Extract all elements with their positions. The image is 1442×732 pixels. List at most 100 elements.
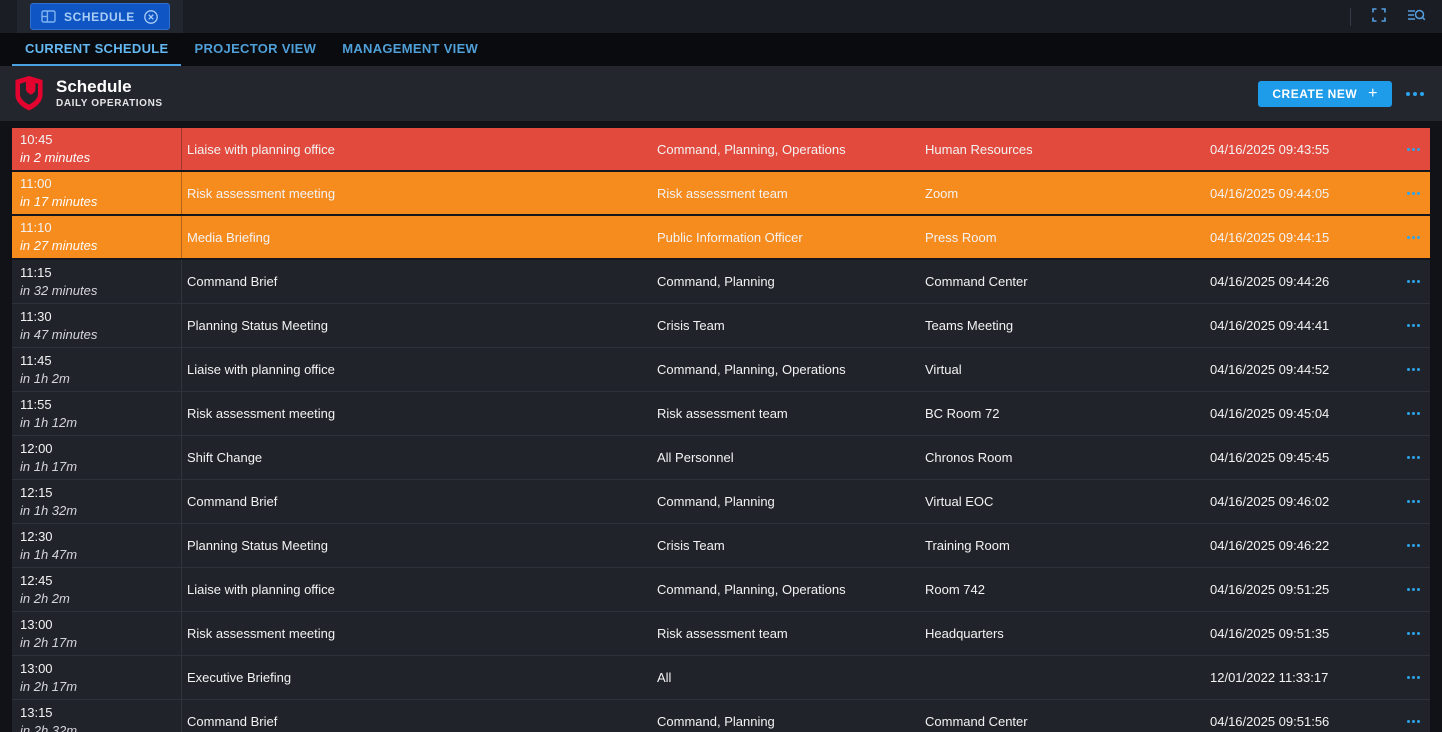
- table-row[interactable]: 11:10 in 27 minutes Media Briefing Publi…: [12, 216, 1430, 260]
- create-new-button[interactable]: CREATE NEW +: [1258, 81, 1392, 107]
- ellipsis-icon: [1407, 324, 1410, 327]
- event-title: Liaise with planning office: [182, 582, 657, 597]
- event-updated-timestamp: 04/16/2025 09:44:05: [1210, 186, 1396, 201]
- event-updated-timestamp: 04/16/2025 09:43:55: [1210, 142, 1396, 157]
- event-location: Training Room: [925, 538, 1210, 553]
- time-cell: 13:00 in 2h 17m: [12, 656, 182, 699]
- event-time: 13:00: [20, 660, 181, 678]
- event-updated-timestamp: 12/01/2022 11:33:17: [1210, 670, 1396, 685]
- row-menu-button[interactable]: [1405, 276, 1422, 287]
- ellipsis-icon: [1407, 148, 1410, 151]
- event-participants: Command, Planning: [657, 494, 925, 509]
- tab-management-view[interactable]: MANAGEMENT VIEW: [329, 33, 491, 66]
- time-cell: 11:45 in 1h 2m: [12, 348, 182, 391]
- event-title: Planning Status Meeting: [182, 318, 657, 333]
- table-row[interactable]: 13:00 in 2h 17m Risk assessment meeting …: [12, 612, 1430, 656]
- event-time: 12:45: [20, 572, 181, 590]
- event-updated-timestamp: 04/16/2025 09:44:41: [1210, 318, 1396, 333]
- workspace-tab-label: SCHEDULE: [64, 10, 135, 24]
- event-time: 10:45: [20, 131, 181, 149]
- event-time: 11:45: [20, 352, 181, 370]
- tab-current-schedule[interactable]: CURRENT SCHEDULE: [12, 33, 181, 66]
- close-workspace-tab-icon[interactable]: [143, 9, 159, 25]
- fullscreen-icon: [1371, 7, 1387, 26]
- time-cell: 11:30 in 47 minutes: [12, 304, 182, 347]
- top-bar-divider: [1350, 8, 1351, 26]
- search-list-button[interactable]: [1407, 7, 1426, 26]
- table-row[interactable]: 12:00 in 1h 17m Shift Change All Personn…: [12, 436, 1430, 480]
- table-row[interactable]: 12:15 in 1h 32m Command Brief Command, P…: [12, 480, 1430, 524]
- ellipsis-icon: [1407, 544, 1410, 547]
- row-menu-button[interactable]: [1405, 540, 1422, 551]
- row-menu-button[interactable]: [1405, 452, 1422, 463]
- relative-time: in 2h 17m: [20, 634, 181, 652]
- event-location: Zoom: [925, 186, 1210, 201]
- row-menu-button[interactable]: [1405, 584, 1422, 595]
- event-participants: Command, Planning, Operations: [657, 362, 925, 377]
- row-menu-button[interactable]: [1405, 628, 1422, 639]
- header-menu-button[interactable]: [1402, 88, 1428, 100]
- ellipsis-icon: [1407, 412, 1410, 415]
- row-menu-button[interactable]: [1405, 232, 1422, 243]
- fullscreen-button[interactable]: [1371, 7, 1387, 26]
- event-updated-timestamp: 04/16/2025 09:44:15: [1210, 230, 1396, 245]
- table-row[interactable]: 13:15 in 2h 32m Command Brief Command, P…: [12, 700, 1430, 732]
- ellipsis-icon: [1406, 92, 1410, 96]
- event-participants: Crisis Team: [657, 318, 925, 333]
- event-title: Command Brief: [182, 274, 657, 289]
- relative-time: in 2h 32m: [20, 722, 181, 732]
- event-title: Media Briefing: [182, 230, 657, 245]
- workspace-tab-schedule[interactable]: SCHEDULE: [30, 3, 170, 30]
- ellipsis-icon: [1407, 368, 1410, 371]
- event-participants: Command, Planning: [657, 274, 925, 289]
- event-time: 12:00: [20, 440, 181, 458]
- row-menu-button[interactable]: [1405, 320, 1422, 331]
- event-title: Command Brief: [182, 714, 657, 729]
- table-row[interactable]: 12:45 in 2h 2m Liaise with planning offi…: [12, 568, 1430, 612]
- event-title: Liaise with planning office: [182, 142, 657, 157]
- relative-time: in 1h 32m: [20, 502, 181, 520]
- row-menu-button[interactable]: [1405, 188, 1422, 199]
- table-row[interactable]: 10:45 in 2 minutes Liaise with planning …: [12, 128, 1430, 172]
- tab-projector-view[interactable]: PROJECTOR VIEW: [181, 33, 329, 66]
- event-participants: Command, Planning: [657, 714, 925, 729]
- event-participants: Command, Planning, Operations: [657, 142, 925, 157]
- table-row[interactable]: 13:00 in 2h 17m Executive Briefing All 1…: [12, 656, 1430, 700]
- event-participants: Risk assessment team: [657, 626, 925, 641]
- ellipsis-icon: [1407, 500, 1410, 503]
- layout-columns-icon: [41, 10, 56, 23]
- event-time: 11:00: [20, 175, 181, 193]
- table-row[interactable]: 11:15 in 32 minutes Command Brief Comman…: [12, 260, 1430, 304]
- relative-time: in 27 minutes: [20, 237, 181, 255]
- table-row[interactable]: 12:30 in 1h 47m Planning Status Meeting …: [12, 524, 1430, 568]
- ellipsis-icon: [1407, 280, 1410, 283]
- table-row[interactable]: 11:30 in 47 minutes Planning Status Meet…: [12, 304, 1430, 348]
- row-menu-button[interactable]: [1405, 408, 1422, 419]
- time-cell: 13:15 in 2h 32m: [12, 700, 182, 732]
- relative-time: in 2h 2m: [20, 590, 181, 608]
- row-menu-button[interactable]: [1405, 672, 1422, 683]
- event-participants: All Personnel: [657, 450, 925, 465]
- time-cell: 11:15 in 32 minutes: [12, 260, 182, 303]
- event-time: 13:15: [20, 704, 181, 722]
- row-menu-button[interactable]: [1405, 364, 1422, 375]
- time-cell: 12:15 in 1h 32m: [12, 480, 182, 523]
- relative-time: in 47 minutes: [20, 326, 181, 344]
- event-location: Virtual EOC: [925, 494, 1210, 509]
- table-row[interactable]: 11:00 in 17 minutes Risk assessment meet…: [12, 172, 1430, 216]
- relative-time: in 1h 17m: [20, 458, 181, 476]
- event-updated-timestamp: 04/16/2025 09:51:56: [1210, 714, 1396, 729]
- schedule-table: 10:45 in 2 minutes Liaise with planning …: [12, 128, 1430, 732]
- row-menu-button[interactable]: [1405, 144, 1422, 155]
- relative-time: in 17 minutes: [20, 193, 181, 211]
- table-row[interactable]: 11:55 in 1h 12m Risk assessment meeting …: [12, 392, 1430, 436]
- relative-time: in 1h 2m: [20, 370, 181, 388]
- time-cell: 12:00 in 1h 17m: [12, 436, 182, 479]
- table-row[interactable]: 11:45 in 1h 2m Liaise with planning offi…: [12, 348, 1430, 392]
- event-updated-timestamp: 04/16/2025 09:51:35: [1210, 626, 1396, 641]
- event-location: Headquarters: [925, 626, 1210, 641]
- row-menu-button[interactable]: [1405, 716, 1422, 727]
- event-updated-timestamp: 04/16/2025 09:44:26: [1210, 274, 1396, 289]
- row-menu-button[interactable]: [1405, 496, 1422, 507]
- top-bar-actions: [1350, 7, 1426, 26]
